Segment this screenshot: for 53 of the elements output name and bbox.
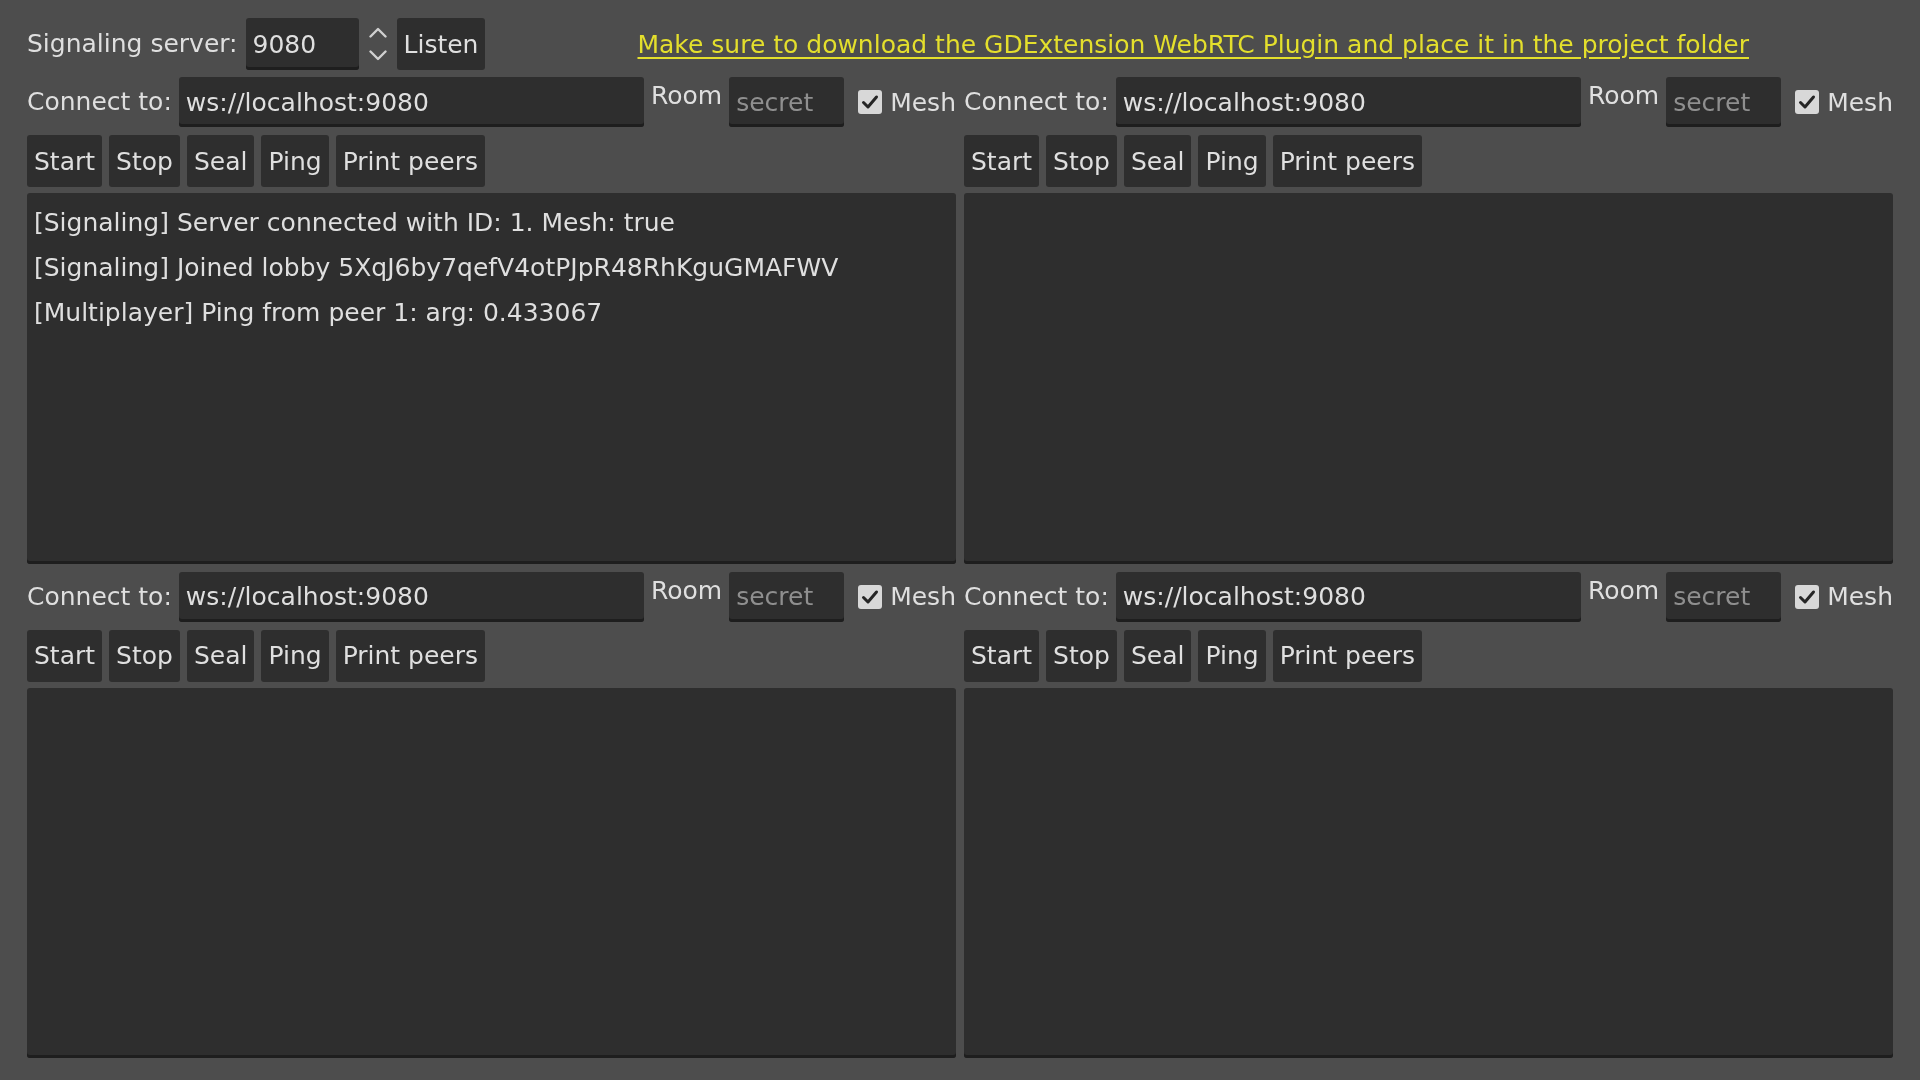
connect-to-label: Connect to: xyxy=(964,581,1109,612)
action-button[interactable]: Stop xyxy=(109,629,180,682)
connect-to-label: Connect to: xyxy=(964,87,1109,117)
action-button[interactable]: Start xyxy=(964,629,1040,682)
action-button[interactable]: Seal xyxy=(186,629,255,682)
checkbox-icon[interactable] xyxy=(1795,90,1820,114)
action-button[interactable]: Stop xyxy=(109,135,180,187)
room-field[interactable]: secret xyxy=(1666,571,1782,622)
action-button[interactable]: Ping xyxy=(1198,629,1266,682)
mesh-checkbox[interactable]: Mesh xyxy=(1795,87,1893,117)
address-field[interactable]: ws://localhost:9080 xyxy=(1115,77,1581,127)
port-field[interactable]: 9080 xyxy=(245,18,359,70)
listen-button[interactable]: Listen xyxy=(396,18,486,70)
action-button[interactable]: Print peers xyxy=(1272,135,1422,187)
mesh-checkbox[interactable]: Mesh xyxy=(1795,582,1893,611)
mesh-checkbox[interactable]: Mesh xyxy=(858,582,956,611)
room-label: Room xyxy=(650,81,723,111)
action-button[interactable]: Ping xyxy=(261,135,329,187)
action-button[interactable]: Start xyxy=(27,629,103,682)
chevron-down-icon[interactable] xyxy=(368,50,387,61)
checkbox-icon[interactable] xyxy=(1795,584,1820,609)
action-button[interactable]: Seal xyxy=(186,135,255,187)
chevron-up-icon[interactable] xyxy=(368,27,387,38)
action-button[interactable]: Start xyxy=(964,135,1040,187)
action-button[interactable]: Print peers xyxy=(1272,629,1422,682)
room-field[interactable]: secret xyxy=(729,571,845,622)
action-button[interactable]: Stop xyxy=(1046,629,1117,682)
action-button[interactable]: Print peers xyxy=(335,629,485,682)
checkbox-icon[interactable] xyxy=(858,584,883,609)
room-field[interactable]: secret xyxy=(729,77,845,127)
action-button[interactable]: Ping xyxy=(261,629,329,682)
room-label: Room xyxy=(1587,81,1660,111)
action-button[interactable]: Seal xyxy=(1123,135,1192,187)
signaling-server-label: Signaling server: xyxy=(27,29,238,59)
log-line: [Signaling] Joined lobby 5XqJ6by7qefV4otPJpR48RhKguGMAFWV xyxy=(34,252,839,284)
action-button[interactable]: Start xyxy=(27,135,103,187)
log-line: [Signaling] Server connected with ID: 1. Mesh: true xyxy=(34,207,675,239)
action-button[interactable]: Stop xyxy=(1046,135,1117,187)
address-field[interactable]: ws://localhost:9080 xyxy=(1115,571,1581,622)
room-label: Room xyxy=(1587,575,1660,606)
room-label: Room xyxy=(650,575,723,606)
connect-to-label: Connect to: xyxy=(27,581,172,612)
address-field[interactable]: ws://localhost:9080 xyxy=(178,571,644,622)
address-field[interactable]: ws://localhost:9080 xyxy=(178,77,644,127)
room-field[interactable]: secret xyxy=(1666,77,1782,127)
checkbox-icon[interactable] xyxy=(858,90,883,114)
action-button[interactable]: Print peers xyxy=(335,135,485,187)
mesh-checkbox[interactable]: Mesh xyxy=(858,87,956,117)
connect-to-label: Connect to: xyxy=(27,87,172,117)
action-button[interactable]: Seal xyxy=(1123,629,1192,682)
log-line: [Multiplayer] Ping from peer 1: arg: 0.433067 xyxy=(34,297,603,329)
action-button[interactable]: Ping xyxy=(1198,135,1266,187)
download-notice-link[interactable]: Make sure to download the GDExtension WebRTC Plugin and place it in the project folder xyxy=(637,29,1749,59)
